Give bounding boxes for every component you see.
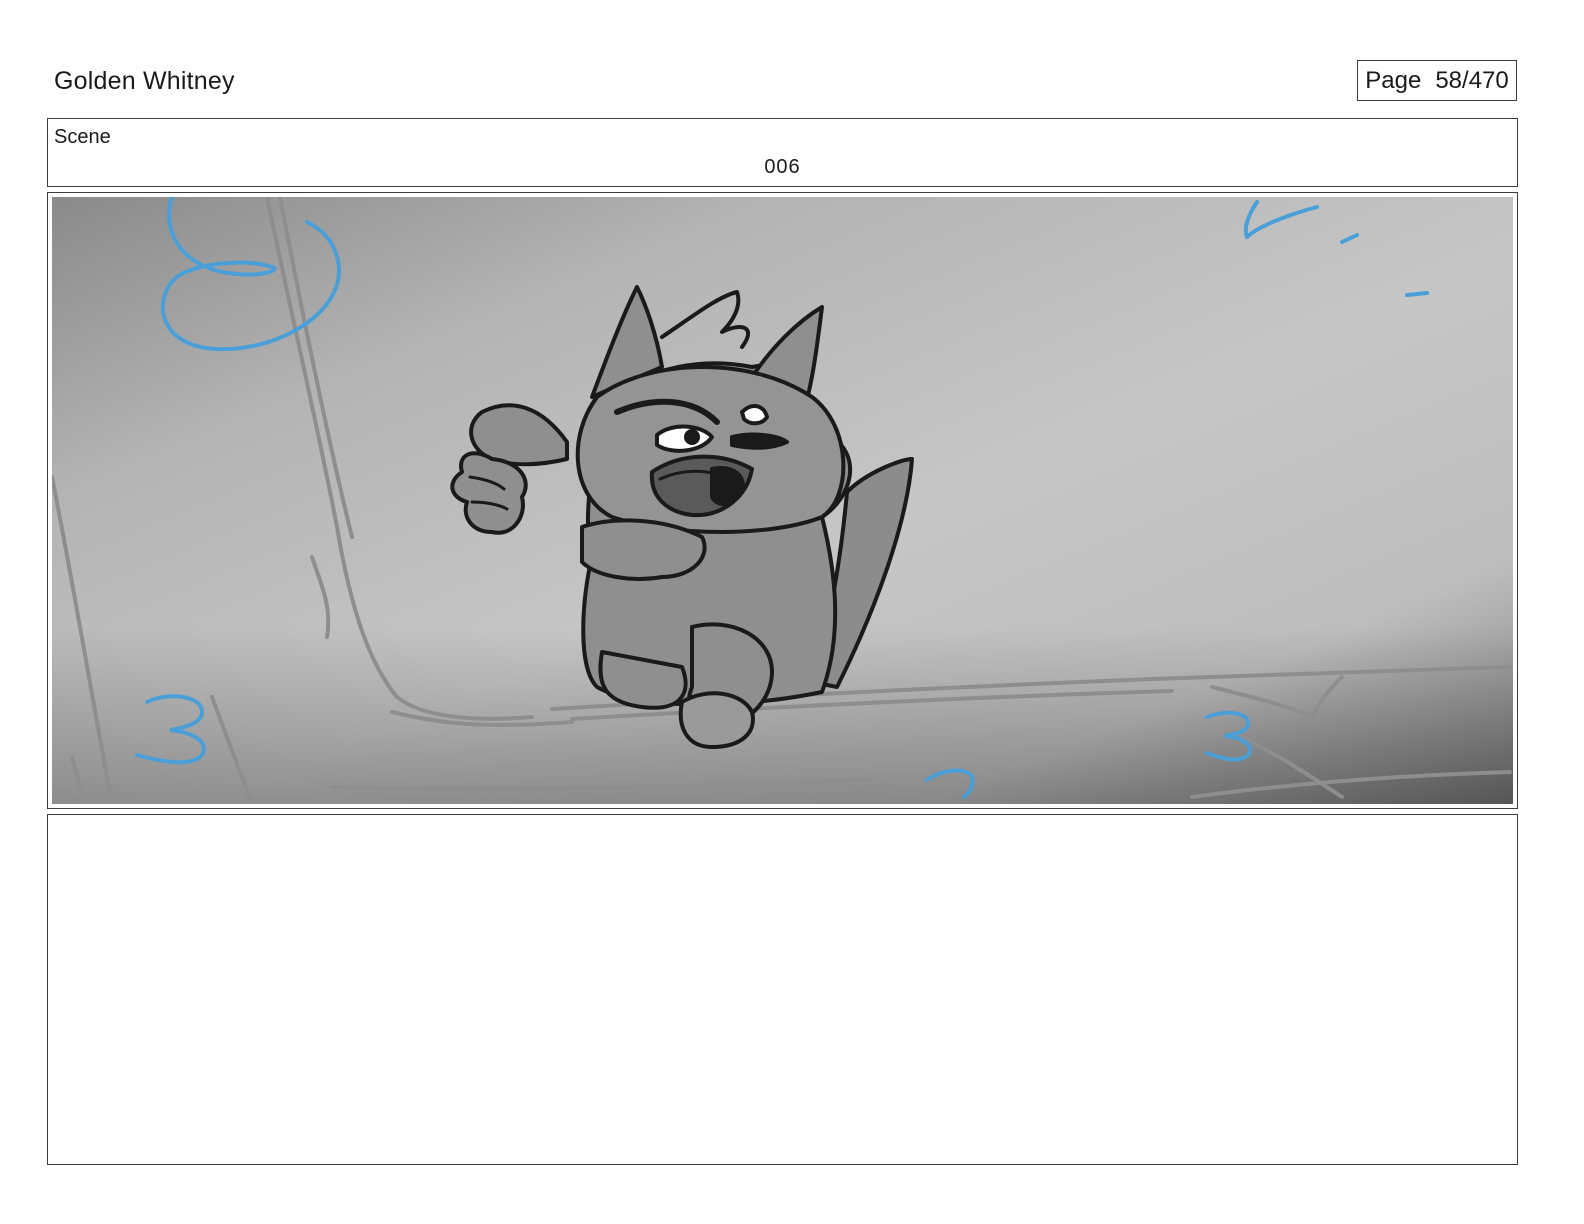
panel-sketch-image bbox=[52, 197, 1513, 804]
project-title: Golden Whitney bbox=[54, 67, 235, 95]
page-number: 58/470 bbox=[1435, 66, 1509, 94]
page-label: Page bbox=[1365, 66, 1422, 94]
scene-header: Scene 006 bbox=[47, 118, 1518, 187]
character-foot bbox=[678, 691, 755, 749]
scene-label: Scene bbox=[54, 126, 111, 148]
character-nose bbox=[730, 432, 789, 450]
character-eye-right bbox=[740, 404, 769, 426]
scene-number: 006 bbox=[764, 156, 801, 178]
annotation-tick-d bbox=[1405, 291, 1429, 297]
character-arm-crossed bbox=[580, 518, 707, 581]
storyboard-panel bbox=[47, 192, 1518, 809]
character-pupil bbox=[684, 429, 700, 445]
page-counter: Page 58/470 bbox=[1357, 60, 1517, 101]
notes-area bbox=[47, 814, 1518, 1165]
